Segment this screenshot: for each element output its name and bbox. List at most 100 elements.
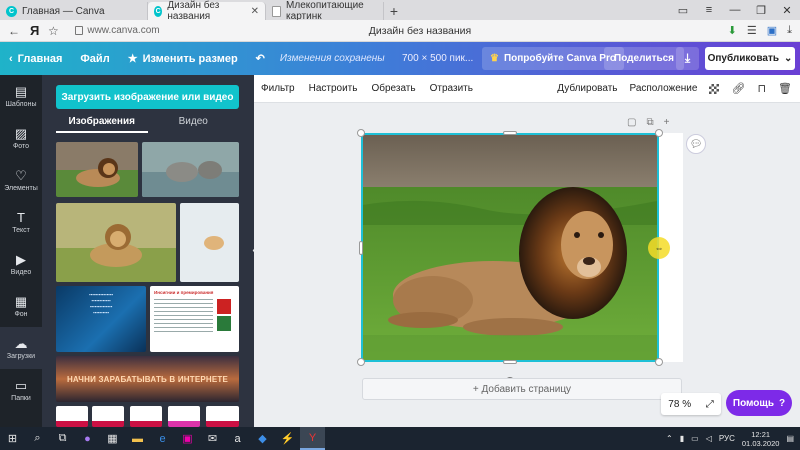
language-indicator[interactable]: РУС	[719, 434, 735, 443]
rail-item-photos[interactable]: ▨ Фото	[0, 117, 42, 159]
upload-thumbnail-small[interactable]	[168, 406, 200, 427]
share-button[interactable]: Поделиться	[604, 47, 685, 70]
tab-video[interactable]: Видео	[148, 113, 240, 133]
close-window-icon[interactable]: ✕	[774, 0, 800, 20]
new-tab-icon[interactable]: +	[384, 2, 404, 20]
upload-thumbnail-small[interactable]	[92, 406, 124, 427]
resize-handle-left[interactable]	[359, 241, 363, 255]
add-page-button[interactable]: + Добавить страницу	[362, 378, 682, 400]
dropbox-icon[interactable]: ◆	[250, 427, 275, 450]
resize-button[interactable]: ★ Изменить размер	[119, 42, 247, 75]
resize-handle-top[interactable]	[503, 131, 517, 135]
upload-thumbnail-elephants[interactable]	[142, 142, 239, 197]
undo-button[interactable]: ↶	[247, 42, 274, 75]
tab-images[interactable]: Изображения	[56, 113, 148, 133]
trash-icon[interactable]: 🗑︎	[778, 82, 792, 95]
mail-icon[interactable]: ✉	[200, 427, 225, 450]
upload-thumbnail-banner[interactable]: НАЧНИ ЗАРАБАТЫВАТЬ В ИНТЕРНЕТЕ	[56, 356, 239, 402]
rail-item-templates[interactable]: ▤ Шаблоны	[0, 75, 42, 117]
upload-thumbnail-small[interactable]	[56, 406, 88, 427]
battery-icon[interactable]: ▮	[680, 434, 684, 443]
rail-item-elements[interactable]: ♡ Элементы	[0, 159, 42, 201]
home-button-label: Главная	[17, 52, 63, 65]
edge-icon[interactable]: e	[150, 427, 175, 450]
duplicate-button[interactable]: Дублировать	[557, 83, 617, 94]
browser-tab-mammals[interactable]: Млекопитающие картинк	[266, 0, 384, 22]
rail-item-folders[interactable]: ▭ Папки	[0, 369, 42, 411]
home-button[interactable]: ‹ Главная	[0, 42, 71, 75]
coat-of-arms-icon	[217, 315, 231, 331]
upload-thumbnail-doc[interactable]: Инсигнии и премирования	[150, 286, 239, 352]
resize-handle-bottom-right[interactable]	[655, 358, 663, 366]
tray-arrow-icon[interactable]: ⌃	[666, 434, 673, 443]
resize-handle-bottom-left[interactable]	[357, 358, 365, 366]
note-icon[interactable]: ▢	[627, 117, 636, 128]
rail-item-uploads[interactable]: ☁ Загрузки	[0, 327, 42, 369]
back-icon[interactable]: ←	[6, 24, 22, 38]
network-icon[interactable]: ▭	[691, 434, 699, 443]
try-pro-button[interactable]: ♛ Попробуйте Canva Pro	[482, 47, 624, 70]
resize-handle-top-right[interactable]	[655, 129, 663, 137]
link-icon[interactable]: 🔗︎	[731, 82, 745, 95]
upload-thumbnail-small[interactable]	[206, 406, 239, 427]
upload-media-button[interactable]: Загрузить изображение или видео	[56, 85, 239, 109]
upload-thumbnail-lion-2[interactable]	[56, 203, 176, 282]
upload-thumbnail-blue-doc[interactable]: ▪▪▪▪▪▪▪▪▪▪▪▪▪▪▪ ▪▪▪▪▪▪▪▪▪▪▪▪ ▪▪▪▪▪▪▪▪▪▪▪▪▪…	[56, 286, 146, 352]
minimize-icon[interactable]: —	[722, 0, 748, 20]
adjust-button[interactable]: Настроить	[302, 83, 365, 94]
browser-menu-icon[interactable]: ≡	[696, 0, 722, 20]
tabs-menu-icon[interactable]: ▭	[670, 0, 696, 20]
notifications-icon[interactable]: ▤	[786, 434, 794, 443]
url-field[interactable]: www.canva.com	[75, 25, 160, 36]
task-view-icon[interactable]: ⧉	[50, 427, 75, 450]
help-button[interactable]: Помощь ?	[726, 390, 792, 416]
lion-photo[interactable]	[361, 133, 659, 362]
design-size[interactable]: 700 × 500 пик...	[402, 53, 473, 64]
lock-icon[interactable]: ⊓	[757, 82, 766, 95]
close-tab-icon[interactable]: ✕	[251, 6, 259, 17]
publish-button[interactable]: Опубликовать ⌄	[705, 47, 795, 70]
filter-button[interactable]: Фильтр	[254, 83, 302, 94]
comment-button[interactable]: 💬︎	[686, 134, 706, 154]
clock[interactable]: 12:21 01.03.2020	[742, 430, 780, 448]
maximize-icon[interactable]: ❐	[748, 0, 774, 20]
resize-handle-top-left[interactable]	[357, 129, 365, 137]
extension-icon[interactable]: ⬇	[728, 24, 737, 37]
browser-tab-canva-home[interactable]: C Главная — Canva	[0, 2, 148, 20]
upload-thumbnail-lion[interactable]	[56, 142, 138, 197]
download-button[interactable]: ⤓	[676, 47, 699, 70]
arrange-button[interactable]: Расположение	[629, 83, 697, 94]
zoom-control[interactable]: 78 % ⤢	[661, 393, 721, 415]
yandex-browser-icon[interactable]: Y	[300, 427, 325, 450]
photos-icon[interactable]: ▣	[175, 427, 200, 450]
resize-handle-bottom[interactable]	[503, 360, 517, 364]
windows-start-icon[interactable]: ⊞	[0, 427, 25, 450]
screenshot-icon[interactable]: ▣	[767, 24, 777, 37]
flip-button[interactable]: Отразить	[423, 83, 480, 94]
rail-item-text[interactable]: T Текст	[0, 201, 42, 243]
rail-item-video[interactable]: ▶ Видео	[0, 243, 42, 285]
reader-icon[interactable]: ☰	[747, 24, 757, 37]
zoom-level[interactable]: 78 %	[668, 399, 691, 410]
upload-thumbnail-small[interactable]	[130, 406, 162, 427]
rail-item-background[interactable]: ▦ Фон	[0, 285, 42, 327]
copy-page-icon[interactable]: ⧉	[646, 117, 653, 128]
add-page-icon[interactable]: +	[664, 117, 670, 128]
yandex-logo-icon[interactable]: Я	[30, 23, 39, 38]
volume-icon[interactable]: ◁	[706, 434, 712, 443]
crop-button[interactable]: Обрезать	[364, 83, 422, 94]
alice-icon[interactable]: ●	[75, 427, 100, 450]
resize-handle-right[interactable]: ⇔	[648, 237, 670, 259]
fullscreen-icon[interactable]: ⤢	[706, 399, 714, 410]
transparency-icon[interactable]	[709, 83, 720, 94]
explorer-icon[interactable]: ▬	[125, 427, 150, 450]
search-icon[interactable]: ⌕	[25, 427, 50, 450]
file-menu-button[interactable]: Файл	[71, 42, 118, 75]
apps-icon[interactable]: ▦	[100, 427, 125, 450]
amazon-icon[interactable]: a	[225, 427, 250, 450]
upload-thumbnail-hand[interactable]	[180, 203, 239, 282]
winamp-icon[interactable]: ⚡	[275, 427, 300, 450]
downloads-icon[interactable]: ⤓	[787, 24, 792, 37]
bookmarks-icon[interactable]: ☆	[45, 24, 61, 38]
browser-tab-design[interactable]: C Дизайн без названия ✕	[148, 0, 266, 22]
